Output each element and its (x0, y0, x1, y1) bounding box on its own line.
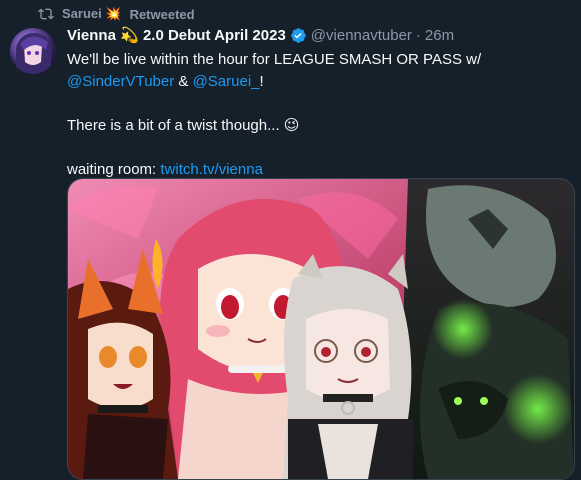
text-line-twist: There is a bit of a twist though... 😉 (67, 117, 300, 134)
text-ampersand: & (174, 73, 193, 90)
retweet-context: Saruei 💥 Retweeted (38, 6, 195, 22)
mention-sinder[interactable]: @SinderVTuber (67, 73, 174, 90)
retweeter-name[interactable]: Saruei 💥 (62, 6, 122, 22)
tweet-timestamp[interactable]: 26m (425, 27, 454, 44)
author-avatar[interactable] (10, 28, 56, 74)
author-handle[interactable]: @viennavtuber (311, 27, 412, 44)
text-line-1: We'll be live within the hour for LEAGUE… (67, 51, 482, 68)
mention-saruei[interactable]: @Saruei_ (193, 73, 260, 90)
twitch-link[interactable]: twitch.tv/vienna (160, 161, 263, 178)
author-display-name[interactable]: Vienna 💫 2.0 Debut April 2023 (67, 26, 286, 44)
tweet-media-image[interactable] (67, 178, 575, 480)
text-exclaim: ! (259, 73, 264, 90)
text-line-mentions: @SinderVTuber & @Saruei_! (67, 71, 567, 93)
retweeted-label: Retweeted (129, 6, 195, 22)
verified-badge-icon (291, 27, 306, 43)
wink-emoji: 😉 (283, 117, 300, 134)
tweet-text: We'll be live within the hour for LEAGUE… (67, 49, 567, 181)
header-separator: · (415, 26, 421, 44)
retweet-icon (38, 8, 54, 20)
tweet-header: Vienna 💫 2.0 Debut April 2023 @viennavtu… (67, 26, 571, 45)
